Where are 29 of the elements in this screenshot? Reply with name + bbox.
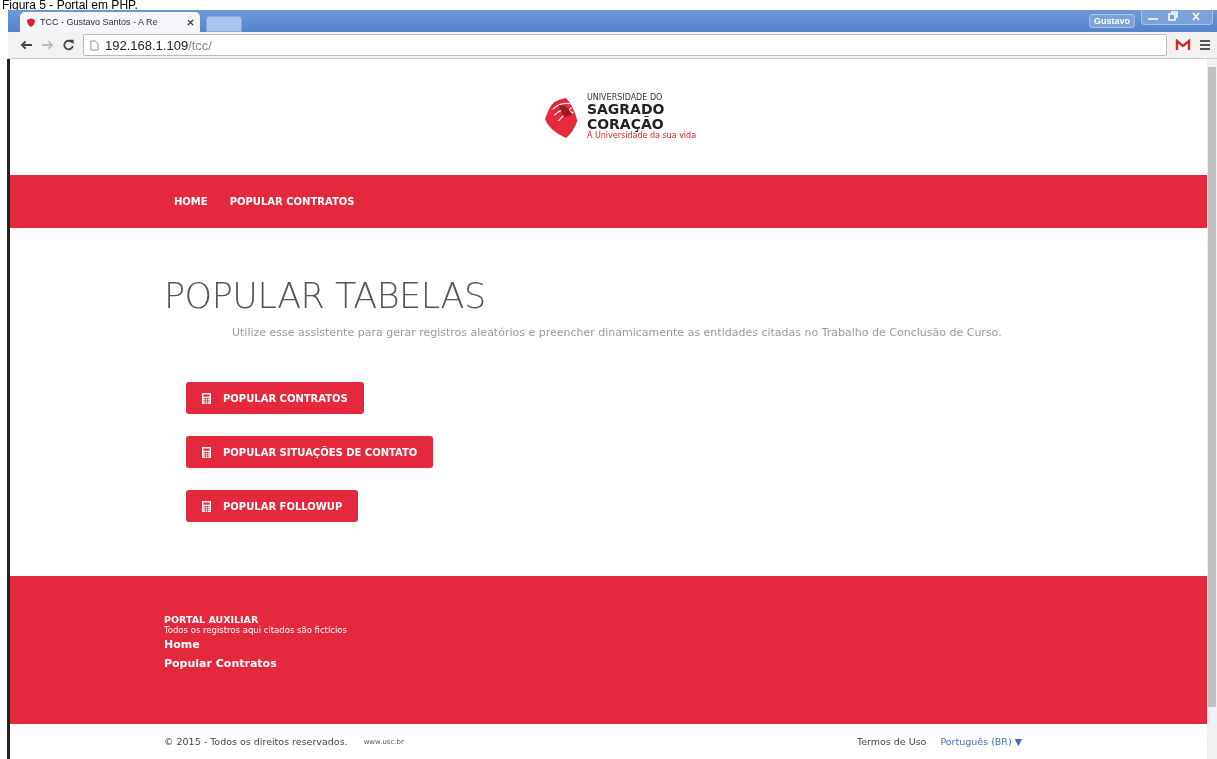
intro-text: Utilize esse assistente para gerar registros aleatórios e preencher dinamicamente as entidades citadas no Trabalho de Conclusão de Curso. (232, 326, 1003, 339)
terms-link[interactable]: Termos de Uso (857, 736, 927, 747)
calculator-icon (202, 392, 211, 404)
copyright-text: © 2015 - Todos os direitos reservados. (164, 736, 348, 747)
footer-title: PORTAL AUXILIAR (164, 614, 259, 625)
reload-icon[interactable] (62, 39, 75, 51)
browser-tab[interactable]: TCC - Gustavo Santos - A Re (20, 12, 200, 32)
footer-subtitle: Todos os registros aqui citados são fictícios (164, 625, 347, 635)
menu-icon[interactable] (1199, 39, 1211, 51)
language-selector[interactable]: Português (BR) ▼ (940, 736, 1022, 747)
tab-title: TCC - Gustavo Santos - A Re (40, 17, 159, 27)
user-badge[interactable]: Gustavo (1089, 14, 1135, 28)
close-icon[interactable] (187, 18, 194, 26)
page-heading: POPULAR TABELAS (164, 276, 487, 316)
populate-button[interactable]: POPULAR SITUAÇÕES DE CONTATO (186, 436, 434, 468)
scrollbar[interactable] (1207, 59, 1217, 759)
university-logo[interactable]: UNIVERSIDADE DO SAGRADO CORAÇÃO A Universidade da sua vida (544, 93, 697, 141)
nav-link[interactable]: HOME (174, 196, 208, 207)
back-icon[interactable] (20, 39, 33, 51)
address-field[interactable]: 192.168.1.109/tcc/ (83, 34, 1167, 56)
mail-icon[interactable] (1175, 39, 1191, 51)
calculator-icon (202, 500, 211, 512)
populate-button[interactable]: POPULAR FOLLOWUP (186, 490, 359, 522)
populate-button[interactable]: POPULAR CONTRATOS (186, 382, 364, 414)
nav-link[interactable]: POPULAR CONTRATOS (229, 196, 355, 207)
footer-link[interactable]: Popular Contratos (164, 657, 277, 670)
calculator-icon (202, 446, 211, 458)
page-icon (90, 39, 99, 51)
footer-link[interactable]: Home (164, 638, 200, 651)
